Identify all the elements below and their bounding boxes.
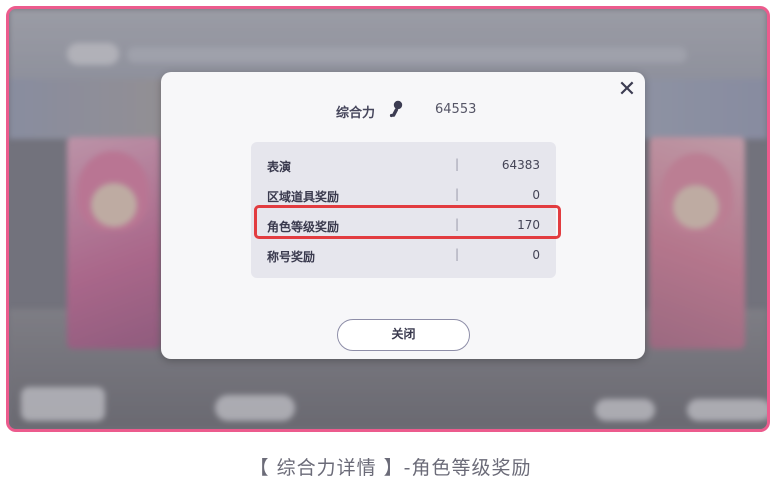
game-screenshot-frame: ✕ 综合力 64553 表演 | 64383 区域道具奖励 | 0 角色等级奖励… [6,6,770,432]
breakdown-row-character-rank: 角色等级奖励 | 170 [251,210,556,240]
total-power-label: 综合力 [336,106,376,121]
row-value: 64383 [501,158,540,172]
row-label: 区域道具奖励 [267,190,340,204]
close-button[interactable]: 关闭 [337,319,470,351]
total-power-value: 64553 [435,102,477,117]
row-label: 表演 [267,160,292,174]
row-separator: | [455,217,460,231]
row-value: 0 [532,248,540,262]
breakdown-row-title-bonus: 称号奖励 | 0 [251,240,556,270]
row-separator: | [455,187,460,201]
row-value: 170 [517,218,540,232]
row-label: 称号奖励 [267,250,316,264]
row-separator: | [455,247,460,261]
power-breakdown-table: 表演 | 64383 区域道具奖励 | 0 角色等级奖励 | 170 称号奖励 … [251,142,556,278]
microphone-icon [389,100,403,118]
total-power-row: 综合力 64553 [161,98,645,122]
breakdown-row-performance: 表演 | 64383 [251,150,556,180]
caption: 【 综合力详情 】-角色等级奖励 [249,457,532,479]
power-detail-dialog: ✕ 综合力 64553 表演 | 64383 区域道具奖励 | 0 角色等级奖励… [161,72,645,359]
row-value: 0 [532,188,540,202]
row-separator: | [455,157,460,171]
breakdown-row-area-items: 区域道具奖励 | 0 [251,180,556,210]
row-label: 角色等级奖励 [267,220,340,234]
